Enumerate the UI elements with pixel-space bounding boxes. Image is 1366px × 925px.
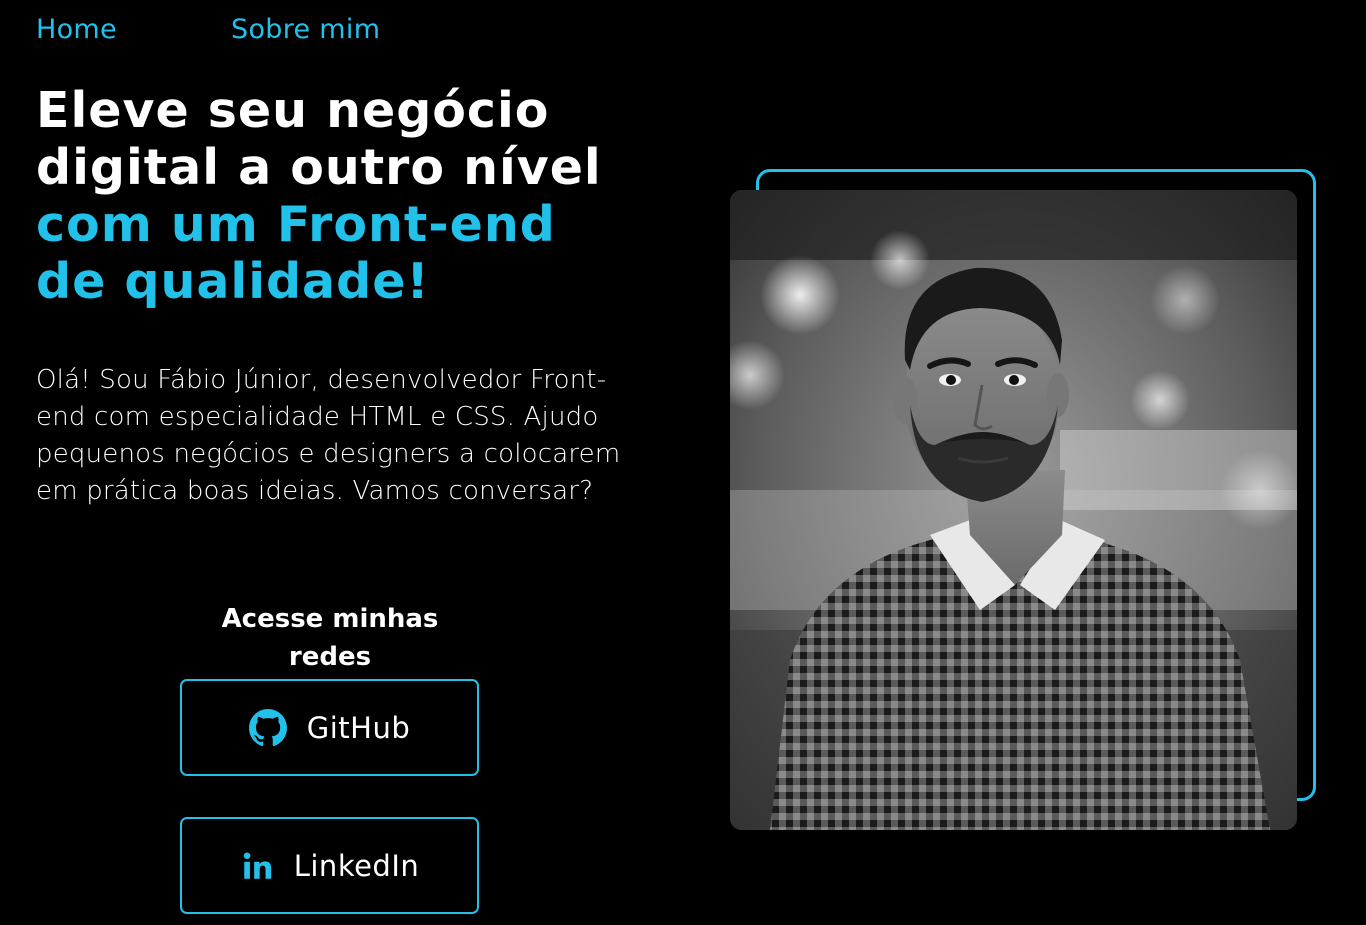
hero-title-line2: digital a outro nível <box>36 139 602 196</box>
nav-link-home[interactable]: Home <box>36 10 231 50</box>
profile-photo-illustration <box>730 190 1297 830</box>
hero-title-line4: de qualidade! <box>36 253 430 310</box>
intro-paragraph: Olá! Sou Fábio Júnior, desenvolvedor Fro… <box>36 365 621 506</box>
github-label: GitHub <box>306 710 411 745</box>
profile-photo <box>730 190 1297 830</box>
hero-title: Eleve seu negócio digital a outro nível … <box>36 82 676 310</box>
linkedin-label: LinkedIn <box>293 848 420 883</box>
social-title: Acesse minhas redes <box>221 604 439 672</box>
github-button[interactable]: GitHub <box>180 679 479 776</box>
nav-link-about[interactable]: Sobre mim <box>231 10 380 50</box>
top-nav: Home Sobre mim <box>36 10 380 50</box>
page: Home Sobre mim Eleve seu negócio digital… <box>0 0 1366 925</box>
github-icon <box>248 708 287 747</box>
linkedin-icon <box>240 849 274 883</box>
hero-title-line1: Eleve seu negócio <box>36 82 550 139</box>
linkedin-button[interactable]: LinkedIn <box>180 817 479 914</box>
hero-title-line3: com um Front-end <box>36 196 556 253</box>
